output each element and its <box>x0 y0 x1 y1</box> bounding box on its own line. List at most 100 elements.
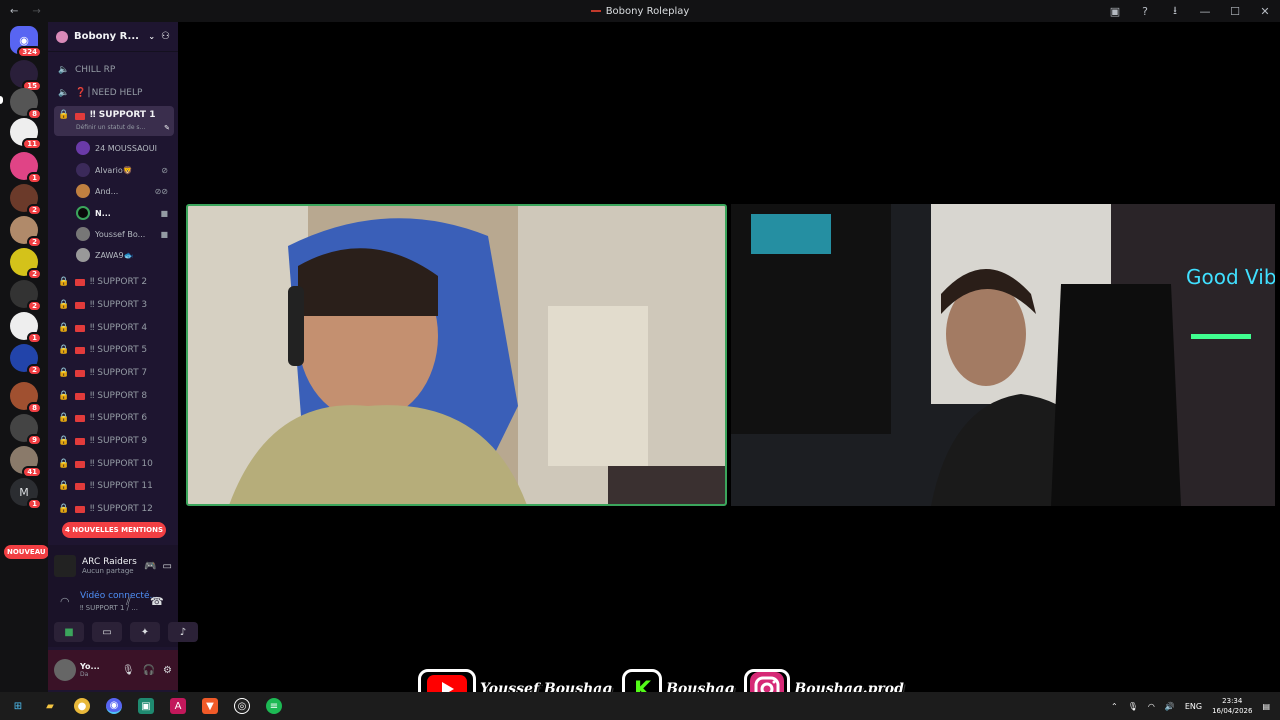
speaker-icon: 🔈 <box>58 88 70 98</box>
discord-taskbar-icon[interactable]: ◉ <box>106 698 122 714</box>
maximize-button[interactable]: ☐ <box>1228 4 1242 18</box>
home-button[interactable]: ◉ 324 <box>10 26 42 58</box>
help-icon[interactable]: ? <box>1138 4 1152 18</box>
voice-user[interactable]: 24 MOUSSAOUI <box>76 138 172 158</box>
screen-share-button[interactable]: ▭ <box>92 622 122 642</box>
controller-icon[interactable]: 🎮 <box>144 561 156 572</box>
noise-suppression-icon[interactable]: ⫽ <box>126 595 131 609</box>
headphones-icon[interactable]: 🎧 <box>143 665 155 676</box>
server-icon-letter[interactable]: M 1 <box>10 478 42 510</box>
channel-support[interactable]: 🔒 ‼ SUPPORT 2 <box>54 272 174 292</box>
signal-icon: ◠ <box>60 595 70 608</box>
server-icon[interactable]: 8 <box>10 382 42 414</box>
minimize-button[interactable]: — <box>1198 4 1212 18</box>
flag-icon <box>75 346 85 354</box>
channel-support[interactable]: 🔒 ‼ SUPPORT 11 <box>54 476 174 496</box>
gear-icon[interactable]: ⚙ <box>163 665 172 676</box>
server-icon[interactable]: 2 <box>10 184 42 216</box>
avatar <box>76 184 90 198</box>
voice-user[interactable]: N... ■ <box>76 203 172 223</box>
wifi-icon[interactable]: ◠ <box>1148 702 1155 711</box>
lock-icon: 🔒 <box>58 504 70 514</box>
lock-icon: 🔒 <box>58 481 70 491</box>
microphone-tray-icon[interactable]: 🎙 <box>1128 702 1138 711</box>
server-icon[interactable]: 1 <box>10 312 42 344</box>
inbox-icon[interactable]: ▣ <box>1108 4 1122 18</box>
channel-support[interactable]: 🔒 ‼ SUPPORT 8 <box>54 386 174 406</box>
channel-status: Définir un statut de s... <box>76 124 146 131</box>
voice-user[interactable]: Youssef Bo... ■ <box>76 224 172 244</box>
voice-user[interactable]: ZAWA9🐟 <box>76 245 172 265</box>
webcam-feed: Good Vibes <box>731 204 1275 506</box>
channel-support[interactable]: 🔒 ‼ SUPPORT 4 <box>54 318 174 338</box>
chat-app-icon[interactable]: ▣ <box>138 698 154 714</box>
channel-support[interactable]: 🔒 ‼ SUPPORT 5 <box>54 340 174 360</box>
channel-support[interactable]: 🔒 ‼ SUPPORT 9 <box>54 431 174 451</box>
edit-icon[interactable]: ✎ <box>164 124 170 132</box>
download-icon[interactable]: ⭳ <box>1168 4 1182 18</box>
server-icon[interactable]: 1 <box>10 152 42 184</box>
game-status: Aucun partage <box>82 567 134 575</box>
file-explorer-icon[interactable]: ▰ <box>42 698 58 714</box>
language-indicator[interactable]: ENG <box>1185 702 1202 711</box>
channel-support[interactable]: 🔒 ‼ SUPPORT 6 <box>54 408 174 428</box>
user-status: Da <box>80 671 89 678</box>
brave-icon[interactable]: ▼ <box>202 698 218 714</box>
camera-button[interactable]: ■ <box>54 622 84 642</box>
channel-label: ‼ SUPPORT 5 <box>90 345 148 355</box>
window-title: Bobony Roleplay <box>0 6 1280 17</box>
channel-support[interactable]: 🔒 ‼ SUPPORT 3 <box>54 295 174 315</box>
activities-button[interactable]: ✦ <box>130 622 160 642</box>
voice-user[interactable]: And... ⊘⊘ <box>76 181 172 201</box>
soundboard-button[interactable]: ♪ <box>168 622 198 642</box>
screen-share-icon[interactable]: ▭ <box>163 561 172 572</box>
server-icon[interactable]: 8 <box>10 88 42 120</box>
flag-icon <box>75 392 85 400</box>
notification-icon[interactable]: ▤ <box>1262 702 1270 711</box>
chevron-down-icon: ⌄ <box>148 32 156 41</box>
channel-chill-rp[interactable]: 🔈 CHILL RP <box>54 60 174 80</box>
video-tile-left[interactable] <box>186 204 727 506</box>
add-member-icon[interactable]: ⚇ <box>161 31 170 42</box>
channel-label: ‼ SUPPORT 8 <box>90 391 148 401</box>
volume-icon[interactable]: 🔊 <box>1165 702 1175 711</box>
flag-icon <box>75 505 85 513</box>
new-mentions-pill[interactable]: 4 NOUVELLES MENTIONS <box>62 522 166 538</box>
close-button[interactable]: ✕ <box>1258 4 1272 18</box>
channel-support[interactable]: 🔒 ‼ SUPPORT 12 <box>54 499 174 519</box>
channel-label: ‼ SUPPORT 7 <box>90 368 148 378</box>
discord-icon: ◉ <box>19 33 29 47</box>
server-icon[interactable]: 15 <box>10 60 42 92</box>
user-panel: Yo... Da 🎙 🎧 ⚙ <box>48 650 178 690</box>
server-icon[interactable]: 11 <box>10 118 42 150</box>
server-icon[interactable]: 2 <box>10 248 42 280</box>
windows-start-icon[interactable]: ⊞ <box>10 698 26 714</box>
microphone-icon[interactable]: 🎙 <box>122 665 135 676</box>
flag-icon <box>75 301 85 309</box>
camera-icon: ■ <box>160 229 168 239</box>
channel-need-help[interactable]: 🔈 ❓│NEED HELP <box>54 83 174 103</box>
obs-icon[interactable]: ◎ <box>234 698 250 714</box>
chevron-up-icon[interactable]: ⌃ <box>1111 702 1118 711</box>
adobe-icon[interactable]: A <box>170 698 186 714</box>
clock[interactable]: 23:34 16/04/2026 <box>1212 696 1252 716</box>
server-icon[interactable]: 2 <box>10 280 42 312</box>
unread-badge: 2 <box>27 268 42 280</box>
channel-label: ‼ SUPPORT 3 <box>90 300 148 310</box>
channel-support[interactable]: 🔒 ‼ SUPPORT 10 <box>54 454 174 474</box>
guild-header[interactable]: Bobony R... ⌄ ⚇ <box>48 22 178 52</box>
video-tile-right[interactable]: Good Vibes <box>731 204 1275 506</box>
chrome-icon[interactable]: ● <box>74 698 90 714</box>
server-icon[interactable]: 41 <box>10 446 42 478</box>
avatar[interactable] <box>54 659 76 681</box>
channel-support[interactable]: 🔒 ‼ SUPPORT 7 <box>54 363 174 383</box>
channel-support-1[interactable]: 🔒 ‼ SUPPORT 1 Définir un statut de s... … <box>54 106 174 136</box>
new-unreads-pill[interactable]: NOUVEAU <box>4 545 49 559</box>
lock-icon: 🔒 <box>58 110 70 120</box>
disconnect-icon[interactable]: ☎ <box>150 595 164 608</box>
server-icon[interactable]: 2 <box>10 344 42 376</box>
server-icon[interactable]: 9 <box>10 414 42 446</box>
spotify-icon[interactable]: ≡ <box>266 698 282 714</box>
voice-user[interactable]: Alvario🦁 ⊘ <box>76 160 172 180</box>
server-icon[interactable]: 2 <box>10 216 42 248</box>
